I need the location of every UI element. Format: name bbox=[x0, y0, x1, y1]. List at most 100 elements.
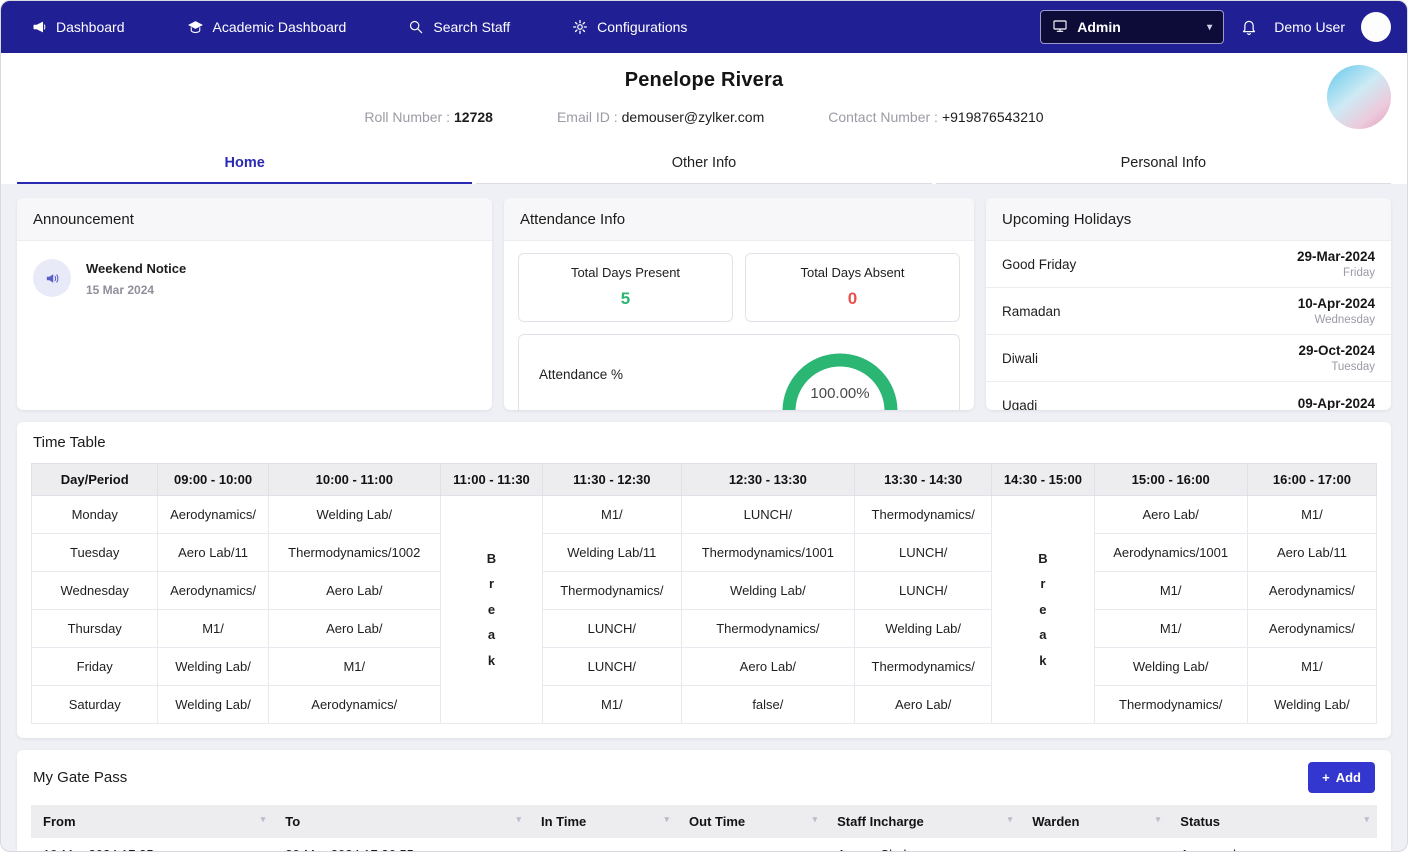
holidays-title: Upcoming Holidays bbox=[986, 198, 1391, 241]
break-cell: Break bbox=[992, 496, 1094, 724]
nav-item-label: Configurations bbox=[597, 19, 687, 35]
attendance-percent-label: Attendance % bbox=[539, 367, 623, 382]
timetable-cell: Welding Lab/ bbox=[158, 648, 268, 686]
timetable-header-cell: 11:30 - 12:30 bbox=[543, 464, 682, 496]
days-present-box: Total Days Present 5 bbox=[518, 253, 733, 322]
timetable-cell: Welding Lab/ bbox=[158, 686, 268, 724]
holiday-date-group: 29-Mar-2024Friday bbox=[1297, 249, 1375, 279]
holiday-date-group: 10-Apr-2024 Wednesday bbox=[1298, 296, 1375, 326]
timetable-cell: LUNCH/ bbox=[681, 496, 855, 534]
gatepass-cell: Approved bbox=[1168, 838, 1377, 852]
timetable-day-cell: Wednesday bbox=[32, 572, 158, 610]
timetable-day-cell: Saturday bbox=[32, 686, 158, 724]
timetable-row: FridayWelding Lab/M1/LUNCH/Aero Lab/Ther… bbox=[32, 648, 1377, 686]
nav-item-academic-dashboard[interactable]: Academic Dashboard bbox=[187, 19, 347, 36]
timetable-cell: M1/ bbox=[1247, 496, 1376, 534]
gatepass-header-cell[interactable]: Warden▾ bbox=[1020, 805, 1168, 838]
timetable-header-cell: Day/Period bbox=[32, 464, 158, 496]
days-absent-label: Total Days Absent bbox=[746, 265, 959, 280]
timetable-header-row: Day/Period09:00 - 10:0010:00 - 11:0011:0… bbox=[32, 464, 1377, 496]
timetable-cell: false/ bbox=[681, 686, 855, 724]
tab-bar: Home Other Info Personal Info bbox=[1, 143, 1407, 184]
notifications-bell-icon[interactable] bbox=[1240, 18, 1258, 36]
sort-icon[interactable]: ▾ bbox=[813, 814, 818, 825]
email-id: Email ID :demouser@zylker.com bbox=[557, 109, 764, 125]
holiday-date: 09-Apr-2024 bbox=[1298, 396, 1375, 410]
gatepass-header-cell[interactable]: Staff Incharge▾ bbox=[825, 805, 1020, 838]
holiday-list: Good Friday 29-Mar-2024Friday Ramadan 10-Ap… bbox=[986, 241, 1391, 410]
attendance-percent-box: Attendance % 100.00% bbox=[518, 334, 960, 410]
add-gatepass-button[interactable]: + Add bbox=[1308, 762, 1375, 793]
monitor-icon bbox=[1052, 18, 1068, 37]
holiday-weekday: Friday bbox=[1297, 267, 1375, 279]
timetable-header-cell: 16:00 - 17:00 bbox=[1247, 464, 1376, 496]
timetable-cell: Aero Lab/ bbox=[268, 610, 440, 648]
timetable-cell: Welding Lab/ bbox=[681, 572, 855, 610]
holiday-row: Good Friday 29-Mar-2024Friday bbox=[986, 241, 1391, 288]
nav-item-configurations[interactable]: Configurations bbox=[572, 19, 687, 35]
timetable-body: MondayAerodynamics/Welding Lab/BreakM1/L… bbox=[32, 496, 1377, 724]
gatepass-header-cell[interactable]: To▾ bbox=[273, 805, 529, 838]
nav-item-dashboard[interactable]: Dashboard bbox=[31, 19, 125, 35]
attendance-gauge: 100.00% bbox=[775, 343, 905, 410]
holiday-weekday: Tuesday bbox=[1298, 361, 1375, 373]
sort-icon[interactable]: ▾ bbox=[1008, 814, 1013, 825]
timetable-cell: Welding Lab/11 bbox=[543, 534, 682, 572]
timetable-cell: M1/ bbox=[158, 610, 268, 648]
attendance-card: Attendance Info Total Days Present 5 Tot… bbox=[504, 198, 974, 410]
holiday-weekday: Wednesday bbox=[1298, 314, 1375, 326]
nav-right: Admin ▾ Demo User bbox=[1040, 10, 1391, 44]
holiday-date-group: 09-Apr-2024 bbox=[1298, 396, 1375, 410]
tab-other-info[interactable]: Other Info bbox=[476, 143, 931, 184]
gatepass-table: From▾To▾In Time▾Out Time▾Staff Incharge▾… bbox=[31, 805, 1377, 852]
announcement-item[interactable]: Weekend Notice 15 Mar 2024 bbox=[17, 241, 492, 315]
user-avatar[interactable] bbox=[1361, 12, 1391, 42]
timetable-cell: Aerodynamics/1001 bbox=[1094, 534, 1247, 572]
sort-icon[interactable]: ▾ bbox=[1364, 814, 1369, 825]
timetable-row: MondayAerodynamics/Welding Lab/BreakM1/L… bbox=[32, 496, 1377, 534]
timetable-cell: Thermodynamics/ bbox=[855, 648, 992, 686]
gatepass-cell: Aurora Clark bbox=[825, 838, 1020, 852]
gatepass-header-cell[interactable]: Status▾ bbox=[1168, 805, 1377, 838]
announcement-item-date: 15 Mar 2024 bbox=[86, 283, 186, 297]
student-name: Penelope Rivera bbox=[41, 69, 1367, 92]
chevron-down-icon: ▾ bbox=[1207, 22, 1212, 33]
sort-icon[interactable]: ▾ bbox=[261, 814, 266, 825]
role-select[interactable]: Admin ▾ bbox=[1040, 10, 1224, 44]
announcement-title: Announcement bbox=[17, 198, 492, 241]
tab-home[interactable]: Home bbox=[17, 143, 472, 184]
holiday-date: 10-Apr-2024 bbox=[1298, 296, 1375, 311]
timetable-card: Time Table Day/Period09:00 - 10:0010:00 … bbox=[17, 422, 1391, 738]
timetable-cell: Thermodynamics/ bbox=[681, 610, 855, 648]
sort-icon[interactable]: ▾ bbox=[665, 814, 670, 825]
gatepass-header-cell[interactable]: In Time▾ bbox=[529, 805, 677, 838]
sort-icon[interactable]: ▾ bbox=[1156, 814, 1161, 825]
timetable-cell: Aerodynamics/ bbox=[158, 496, 268, 534]
gatepass-body: 19-Mar-2024 17:3520-Mar-2024 17:36:55--A… bbox=[31, 838, 1377, 852]
timetable-cell: Thermodynamics/ bbox=[1094, 686, 1247, 724]
gatepass-card: My Gate Pass + Add From▾To▾In Time▾Out T… bbox=[17, 750, 1391, 852]
break-cell: Break bbox=[440, 496, 542, 724]
holidays-card: Upcoming Holidays Good Friday 29-Mar-2024… bbox=[986, 198, 1391, 410]
timetable-cell: LUNCH/ bbox=[855, 572, 992, 610]
timetable-cell: Aerodynamics/ bbox=[1247, 572, 1376, 610]
sort-icon[interactable]: ▾ bbox=[516, 814, 521, 825]
gatepass-cell: - bbox=[1020, 838, 1168, 852]
timetable-cell: LUNCH/ bbox=[543, 610, 682, 648]
main-content: Announcement Weekend Notice 15 Mar 2024 … bbox=[1, 184, 1407, 852]
holiday-name: Diwali bbox=[1002, 351, 1038, 366]
timetable-cell: Aerodynamics/ bbox=[268, 686, 440, 724]
holiday-name: Ramadan bbox=[1002, 304, 1061, 319]
gatepass-header-cell[interactable]: From▾ bbox=[31, 805, 273, 838]
holiday-name: Good Friday bbox=[1002, 257, 1076, 272]
nav-item-search-staff[interactable]: Search Staff bbox=[408, 19, 510, 35]
timetable-header-cell: 09:00 - 10:00 bbox=[158, 464, 268, 496]
gatepass-header-cell[interactable]: Out Time▾ bbox=[677, 805, 825, 838]
timetable-cell: M1/ bbox=[268, 648, 440, 686]
nav-left: Dashboard Academic Dashboard Search Staf… bbox=[31, 19, 687, 36]
timetable-cell: LUNCH/ bbox=[855, 534, 992, 572]
tab-personal-info[interactable]: Personal Info bbox=[936, 143, 1391, 184]
timetable-cell: Welding Lab/ bbox=[855, 610, 992, 648]
days-present-label: Total Days Present bbox=[519, 265, 732, 280]
timetable-cell: Aerodynamics/ bbox=[1247, 610, 1376, 648]
